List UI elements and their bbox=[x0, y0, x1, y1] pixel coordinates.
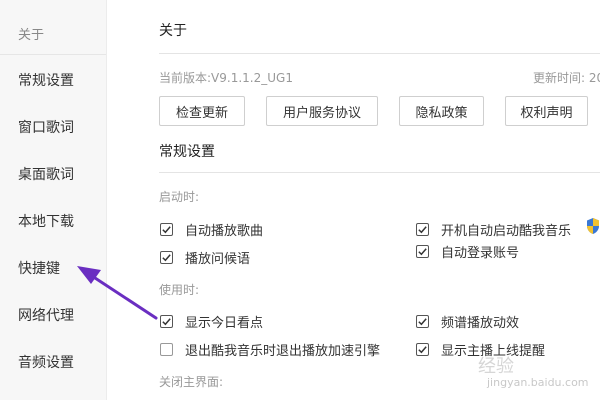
section-divider bbox=[159, 172, 600, 173]
autoplay-checkbox[interactable] bbox=[160, 223, 173, 236]
user-agreement-button[interactable]: 用户服务协议 bbox=[266, 96, 378, 126]
check-icon bbox=[418, 346, 427, 354]
check-icon bbox=[418, 318, 427, 326]
autologin-label: 自动登录账号 bbox=[441, 246, 520, 261]
autologin-option[interactable]: 自动登录账号 bbox=[416, 242, 519, 261]
title-divider bbox=[159, 53, 600, 54]
sidebar-item-local-download[interactable]: 本地下载 bbox=[18, 211, 74, 231]
sidebar-item-shortcuts[interactable]: 快捷键 bbox=[18, 258, 60, 278]
autostart-option[interactable]: 开机自动启动酷我音乐 bbox=[416, 220, 571, 239]
watermark-text: 经验 bbox=[478, 356, 514, 377]
sidebar-item-window-lyrics[interactable]: 窗口歌词 bbox=[18, 117, 74, 137]
autostart-checkbox[interactable] bbox=[416, 223, 429, 236]
update-time-text: 更新时间: 20 bbox=[533, 71, 600, 85]
general-settings-title: 常规设置 bbox=[159, 144, 215, 160]
sidebar-item-about[interactable]: 关于 bbox=[18, 24, 44, 43]
privacy-policy-button[interactable]: 隐私政策 bbox=[399, 96, 484, 126]
greeting-label: 播放问候语 bbox=[185, 252, 251, 267]
sidebar-divider bbox=[0, 54, 106, 55]
daily-highlights-option[interactable]: 显示今日看点 bbox=[160, 312, 263, 331]
watermark-url: jingyan.baidu.com bbox=[487, 376, 589, 389]
check-icon bbox=[418, 226, 427, 234]
check-icon bbox=[162, 226, 171, 234]
greeting-option[interactable]: 播放问候语 bbox=[160, 248, 250, 267]
sidebar-item-desktop-lyrics[interactable]: 桌面歌词 bbox=[18, 164, 74, 184]
startup-label: 启动时: bbox=[159, 190, 200, 204]
close-main-label: 关闭主界面: bbox=[159, 375, 224, 389]
exit-accelerator-option[interactable]: 退出酷我音乐时退出播放加速引擎 bbox=[160, 340, 380, 359]
sidebar-item-audio[interactable]: 音频设置 bbox=[18, 352, 74, 372]
check-icon bbox=[162, 318, 171, 326]
sidebar-item-proxy[interactable]: 网络代理 bbox=[18, 305, 74, 325]
about-title: 关于 bbox=[159, 23, 187, 39]
autostart-label: 开机自动启动酷我音乐 bbox=[441, 224, 572, 239]
check-icon bbox=[162, 254, 171, 262]
check-update-button[interactable]: 检查更新 bbox=[159, 96, 245, 126]
daily-highlights-checkbox[interactable] bbox=[160, 315, 173, 328]
spectrum-checkbox[interactable] bbox=[416, 315, 429, 328]
version-text: 当前版本:V9.1.1.2_UG1 bbox=[159, 71, 293, 85]
exit-accelerator-checkbox[interactable] bbox=[160, 343, 173, 356]
sidebar: 关于 常规设置 窗口歌词 桌面歌词 本地下载 快捷键 网络代理 音频设置 bbox=[0, 0, 107, 400]
daily-highlights-label: 显示今日看点 bbox=[185, 316, 264, 331]
spectrum-label: 频谱播放动效 bbox=[441, 316, 520, 331]
uac-shield-icon bbox=[587, 218, 599, 234]
check-icon bbox=[418, 248, 427, 256]
autoplay-option[interactable]: 自动播放歌曲 bbox=[160, 220, 263, 239]
spectrum-option[interactable]: 频谱播放动效 bbox=[416, 312, 519, 331]
usage-label: 使用时: bbox=[159, 283, 200, 297]
rights-statement-button[interactable]: 权利声明 bbox=[505, 96, 588, 126]
autologin-checkbox[interactable] bbox=[416, 245, 429, 258]
autoplay-label: 自动播放歌曲 bbox=[185, 224, 264, 239]
host-online-checkbox[interactable] bbox=[416, 343, 429, 356]
sidebar-item-general[interactable]: 常规设置 bbox=[18, 70, 74, 90]
exit-accelerator-label: 退出酷我音乐时退出播放加速引擎 bbox=[185, 344, 381, 359]
greeting-checkbox[interactable] bbox=[160, 251, 173, 264]
